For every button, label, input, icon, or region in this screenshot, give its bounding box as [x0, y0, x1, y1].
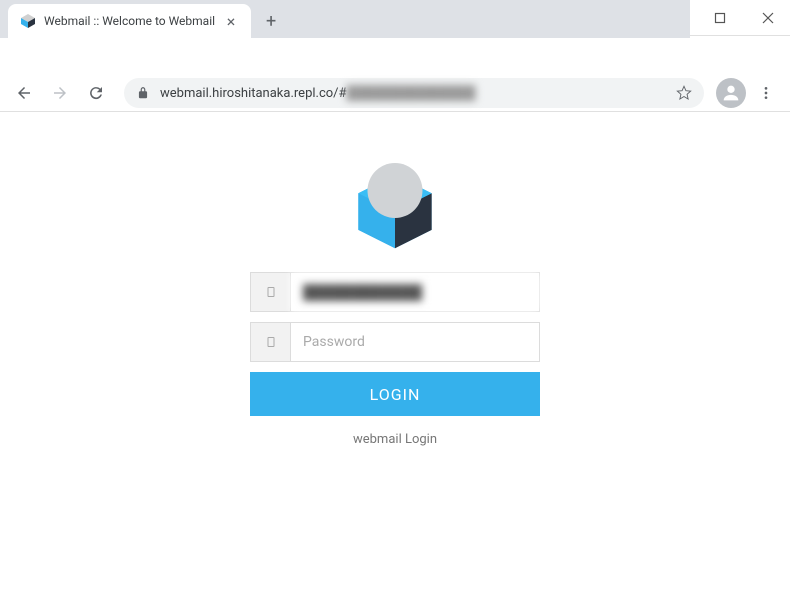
dots-vertical-icon: [758, 85, 774, 101]
cube-favicon-icon: [20, 13, 36, 29]
star-icon[interactable]: [676, 85, 692, 101]
page-content: LOGIN webmail Login: [0, 112, 790, 603]
new-tab-button[interactable]: +: [257, 7, 285, 35]
close-icon: [762, 12, 774, 24]
arrow-left-icon: [15, 84, 33, 102]
browser-toolbar: webmail.hiroshitanaka.repl.co/#█████████…: [0, 74, 790, 112]
reload-icon: [87, 84, 105, 102]
email-input[interactable]: [291, 273, 539, 311]
maximize-button[interactable]: [706, 4, 734, 32]
reload-button[interactable]: [80, 77, 112, 109]
url-text: webmail.hiroshitanaka.repl.co/#█████████…: [160, 85, 666, 101]
login-button[interactable]: LOGIN: [250, 372, 540, 416]
tab-close-icon[interactable]: ×: [223, 13, 239, 29]
user-field-icon: [251, 273, 291, 311]
address-bar[interactable]: webmail.hiroshitanaka.repl.co/#█████████…: [124, 78, 704, 108]
webmail-logo: [340, 152, 450, 252]
login-caption: webmail Login: [353, 432, 437, 447]
lock-icon: [136, 86, 150, 100]
back-button[interactable]: [8, 77, 40, 109]
tab-strip: Webmail :: Welcome to Webmail × +: [0, 0, 690, 38]
password-field-wrapper: [250, 322, 540, 362]
browser-tab[interactable]: Webmail :: Welcome to Webmail ×: [8, 4, 251, 38]
password-field-icon: [251, 323, 291, 361]
tab-title: Webmail :: Welcome to Webmail: [44, 14, 215, 28]
password-input[interactable]: [291, 323, 539, 361]
kebab-menu-button[interactable]: [750, 77, 782, 109]
login-form: LOGIN: [250, 272, 540, 416]
maximize-icon: [714, 12, 726, 24]
forward-button[interactable]: [44, 77, 76, 109]
close-button[interactable]: [754, 4, 782, 32]
email-field-wrapper: [250, 272, 540, 312]
profile-avatar-button[interactable]: [716, 78, 746, 108]
user-icon: [720, 82, 742, 104]
arrow-right-icon: [51, 84, 69, 102]
